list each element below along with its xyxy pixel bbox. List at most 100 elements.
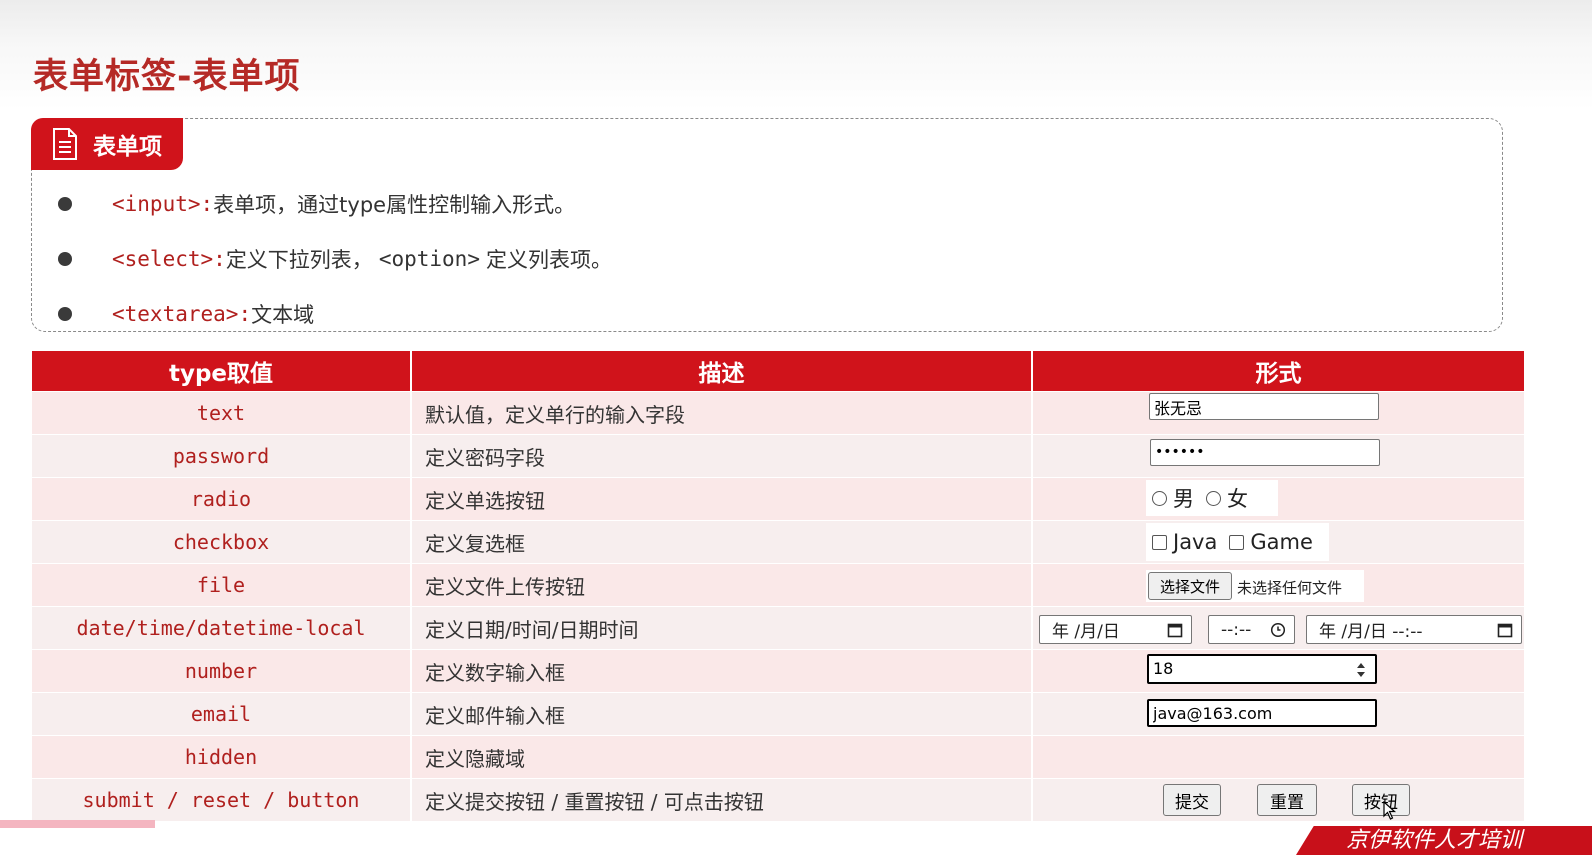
table-row: number 定义数字输入框 18 [32,650,1524,692]
bullet-text: 定义列表项。 [485,247,612,272]
type-cell: radio [32,478,412,520]
password-input[interactable]: •••••• [1150,439,1380,466]
bullet-tag: <select> [112,246,214,271]
mouse-cursor-icon [1383,801,1397,820]
type-cell: email [32,693,412,735]
table-row: date/time/datetime-local 定义日期/时间/日期时间 年 … [32,607,1524,649]
table-row: radio 定义单选按钮 男 女 [32,478,1524,520]
card-badge-label: 表单项 [93,134,162,160]
checkbox-java[interactable]: Java [1152,530,1217,554]
table-row: checkbox 定义复选框 Java Game [32,521,1524,563]
type-cell: checkbox [32,521,412,563]
bullet-sep: : [238,301,252,326]
bottom-accent-strip [0,820,155,828]
checkbox-square-icon [1152,534,1167,550]
list-item: <select>: 定义下拉列表， <option> 定义列表项。 [58,231,612,286]
radio-label: 女 [1227,487,1248,511]
form-cell: •••••• [1033,435,1524,477]
desc-cell: 定义单选按钮 [412,478,1033,520]
document-icon [53,128,77,160]
form-cell [1033,693,1524,735]
desc-cell: 定义提交按钮 / 重置按钮 / 可点击按钮 [412,779,1033,821]
bullet-dot [58,251,72,266]
bullet-tag: <input> [112,191,201,216]
desc-cell: 定义隐藏域 [412,736,1033,778]
footer-logo: 京伊软件人才培训 [1296,826,1592,855]
table-row: password 定义密码字段 •••••• [32,435,1524,477]
datetime-placeholder: 年 /月/日 --:-- [1319,622,1423,642]
form-cell: 年 /月/日 --:-- 年 /月/日 --:-- [1033,607,1524,649]
desc-cell: 定义复选框 [412,521,1033,563]
bullet-tag-option: <option> [378,246,480,271]
submit-button[interactable]: 提交 [1163,784,1221,816]
desc-cell: 定义日期/时间/日期时间 [412,607,1033,649]
calendar-icon [1497,623,1513,638]
time-placeholder: --:-- [1221,619,1252,640]
bullet-sep: : [200,191,214,216]
date-input[interactable]: 年 /月/日 [1039,615,1192,644]
bullet-text: 表单项，通过type属性控制输入形式。 [213,192,576,217]
number-input[interactable]: 18 [1147,654,1377,684]
datetime-input[interactable]: 年 /月/日 --:-- [1306,615,1522,644]
table-row: text 默认值，定义单行的输入字段 [32,392,1524,434]
form-cell: 18 [1033,650,1524,692]
desc-cell: 定义数字输入框 [412,650,1033,692]
checkbox-label: Game [1250,530,1313,554]
reset-button[interactable]: 重置 [1257,784,1317,816]
email-input[interactable] [1147,699,1377,727]
list-item: <input>: 表单项，通过type属性控制输入形式。 [58,176,612,231]
bullet-list: <input>: 表单项，通过type属性控制输入形式。 <select>: 定… [58,176,612,341]
radio-circle-icon [1206,490,1221,506]
checkbox-label: Java [1173,530,1218,554]
type-cell: password [32,435,412,477]
file-status: 未选择任何文件 [1237,579,1343,597]
desc-cell: 定义文件上传按钮 [412,564,1033,606]
form-cell [1033,736,1524,778]
checkbox-group: Java Game [1146,523,1329,561]
radio-female[interactable]: 女 [1206,483,1248,513]
type-cell: number [32,650,412,692]
header-form: 形式 [1033,351,1524,391]
card-badge: 表单项 [31,118,183,170]
type-cell: file [32,564,412,606]
table-row: file 定义文件上传按钮 选择文件 未选择任何文件 [32,564,1524,606]
type-table: type取值 描述 形式 text 默认值，定义单行的输入字段 password… [32,350,1524,822]
form-cell: 选择文件 未选择任何文件 [1033,564,1524,606]
spinner-arrows-icon[interactable] [1355,661,1367,679]
calendar-icon [1167,623,1183,638]
type-cell: text [32,392,412,434]
form-cell [1033,392,1524,434]
type-cell: hidden [32,736,412,778]
table-row: email 定义邮件输入框 [32,693,1524,735]
type-cell: date/time/datetime-local [32,607,412,649]
choose-file-button[interactable]: 选择文件 [1148,572,1232,600]
bullet-text: 定义下拉列表， [225,247,373,272]
radio-label: 男 [1173,487,1194,511]
time-input[interactable]: --:-- [1208,615,1295,644]
radio-male[interactable]: 男 [1152,483,1194,513]
page-title: 表单标签-表单项 [33,57,301,97]
bullet-dot [58,196,72,211]
header-desc: 描述 [412,351,1033,391]
desc-cell: 默认值，定义单行的输入字段 [412,392,1033,434]
clock-icon [1270,622,1286,638]
plain-button[interactable]: 按钮 [1352,784,1410,816]
bullet-dot [58,306,72,321]
radio-group: 男 女 [1146,480,1278,516]
desc-cell: 定义邮件输入框 [412,693,1033,735]
checkbox-square-icon [1229,534,1245,550]
bullet-tag: <textarea> [112,301,239,326]
radio-circle-icon [1152,490,1167,506]
table-row: submit / reset / button 定义提交按钮 / 重置按钮 / … [32,779,1524,821]
checkbox-game[interactable]: Game [1229,530,1313,554]
form-cell: 提交 重置 按钮 [1033,779,1524,821]
header-type: type取值 [32,351,412,391]
form-cell: 男 女 [1033,478,1524,520]
file-input: 选择文件 未选择任何文件 [1146,570,1364,602]
form-cell: Java Game [1033,521,1524,563]
text-input[interactable] [1149,393,1379,420]
number-value: 18 [1153,659,1174,678]
bullet-sep: : [213,246,226,271]
desc-cell: 定义密码字段 [412,435,1033,477]
type-cell: submit / reset / button [32,779,412,821]
